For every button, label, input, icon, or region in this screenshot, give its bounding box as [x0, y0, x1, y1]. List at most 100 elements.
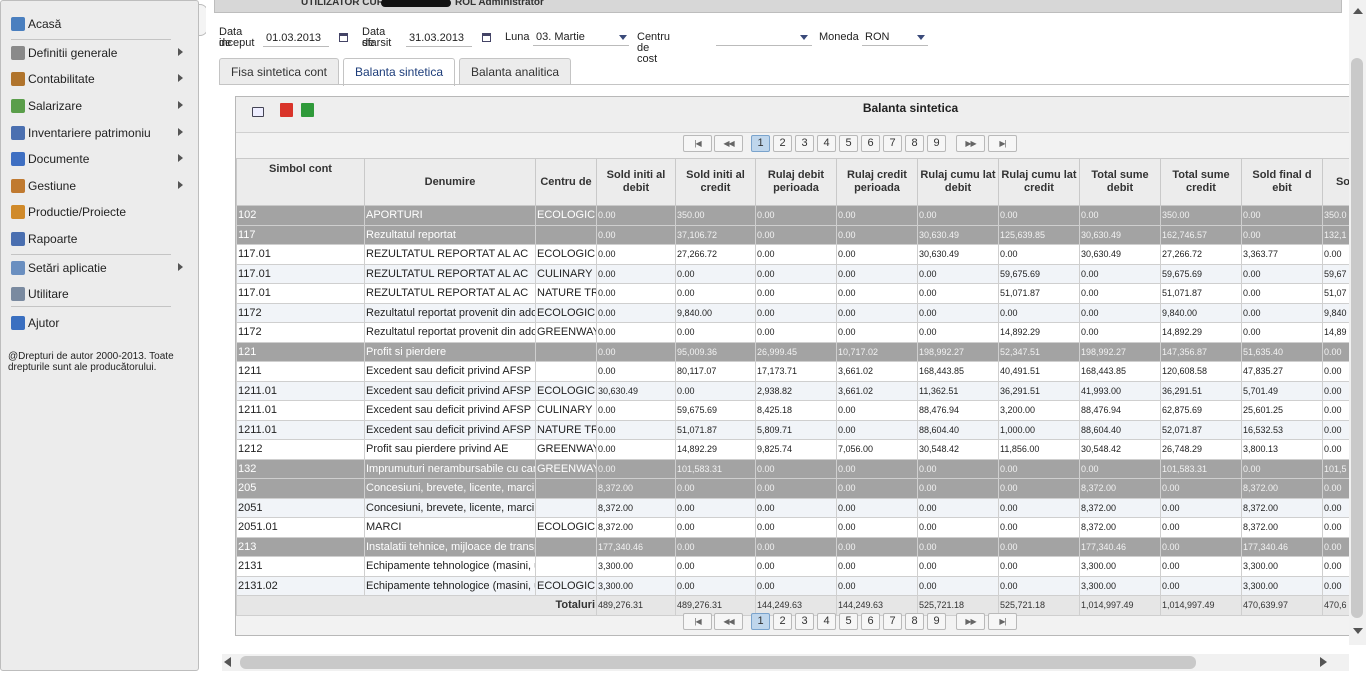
table-row[interactable]: 1211.01 Excedent sau deficit privind AFSP… — [236, 419, 1366, 440]
table-row[interactable]: 1211.01 Excedent sau deficit privind AFSP… — [236, 380, 1366, 401]
column-header[interactable]: Sold final d ebit — [1241, 158, 1323, 206]
page-4-button[interactable]: 4 — [817, 613, 836, 630]
sidebar-item-gestiune[interactable]: Gestiune — [11, 175, 183, 197]
page-5-button[interactable]: 5 — [839, 613, 858, 630]
page-3-button[interactable]: 3 — [795, 135, 814, 152]
group-row[interactable]: 132 Imprumuturi nerambursabile cu car GREE… — [236, 458, 1366, 479]
page-3-button[interactable]: 3 — [795, 613, 814, 630]
table-row[interactable]: 2051.01 MARCI ECOLOGIC 8,372.00 0.00 0.00 0.00… — [236, 517, 1366, 538]
scroll-up-icon[interactable] — [1353, 8, 1363, 14]
column-header[interactable]: Rulaj cumu lat debit — [917, 158, 999, 206]
table-cell: 1211.01 — [236, 419, 365, 440]
page-4-button[interactable]: 4 — [817, 135, 836, 152]
vertical-scrollbar[interactable] — [1349, 0, 1366, 645]
page-8-button[interactable]: 8 — [905, 135, 924, 152]
table-row[interactable]: 1211.01 Excedent sau deficit privind AFSP… — [236, 400, 1366, 421]
sidebar-item-ajutor[interactable]: Ajutor — [11, 312, 183, 334]
table-row[interactable]: 2051 Concesiuni, brevete, licente, marci 8… — [236, 497, 1366, 518]
print-icon[interactable] — [252, 107, 264, 117]
sidebar-item-acasă[interactable]: Acasă — [11, 13, 183, 35]
column-header[interactable]: Centru de — [535, 158, 597, 206]
group-row[interactable]: 205 Concesiuni, brevete, licente, marci 8,… — [236, 478, 1366, 499]
horizontal-scroll-thumb[interactable] — [240, 656, 1196, 669]
tab-fisa-sintetica-cont[interactable]: Fisa sintetica cont — [219, 58, 339, 84]
column-header[interactable]: Rulaj cumu lat credit — [998, 158, 1080, 206]
table-row[interactable]: 2131.02 Echipamente tehnologice (masini, … — [236, 575, 1366, 596]
start-date-input[interactable] — [263, 29, 329, 47]
table-cell: 0.00 — [596, 419, 676, 440]
last-page-button[interactable]: ▶| — [988, 135, 1017, 152]
table-row[interactable]: 1172 Rezultatul reportat provenit din ado… — [236, 322, 1366, 343]
group-row[interactable]: 121 Profit si pierdere 0.00 95,009.36 26,999… — [236, 341, 1366, 362]
next-page-button[interactable]: ▶▶ — [956, 613, 985, 630]
sidebar-item-definitii-generale[interactable]: Definitii generale — [11, 42, 183, 64]
column-header[interactable]: Rulaj credit perioada — [836, 158, 918, 206]
table-row[interactable]: 117.01 REZULTATUL REPORTAT AL AC CULINARY 0… — [236, 263, 1366, 284]
column-header[interactable]: Sold initi al credit — [675, 158, 756, 206]
page-7-button[interactable]: 7 — [883, 135, 902, 152]
sidebar-item-salarizare[interactable]: Salarizare — [11, 95, 183, 117]
table-row[interactable]: 117.01 REZULTATUL REPORTAT AL AC NATURE TR… — [236, 283, 1366, 304]
group-row[interactable]: 102 APORTURI ECOLOGIC 0.00 350.00 0.00 0.00 0.0… — [236, 205, 1366, 226]
page-9-button[interactable]: 9 — [927, 135, 946, 152]
column-header[interactable]: Rulaj debit perioada — [755, 158, 837, 206]
calendar-icon[interactable] — [482, 33, 491, 42]
page-6-button[interactable]: 6 — [861, 613, 880, 630]
page-1-button[interactable]: 1 — [751, 135, 770, 152]
group-row[interactable]: 117 Rezultatul reportat 0.00 37,106.72 0.00 0… — [236, 224, 1366, 245]
table-cell: ECOLOGIC — [535, 244, 597, 265]
page-5-button[interactable]: 5 — [839, 135, 858, 152]
page-7-button[interactable]: 7 — [883, 613, 902, 630]
group-row[interactable]: 213 Instalatii tehnice, mijloace de trans… — [236, 536, 1366, 557]
excel-export-icon[interactable] — [301, 103, 314, 117]
prev-page-button[interactable]: ◀◀ — [714, 613, 743, 630]
sidebar-item-documente[interactable]: Documente — [11, 148, 183, 170]
calendar-icon[interactable] — [339, 33, 348, 42]
sidebar-item-inventariere-patrimoniu[interactable]: Inventariere patrimoniu — [11, 122, 183, 144]
tab-balanta-analitica[interactable]: Balanta analitica — [459, 58, 571, 84]
prev-page-button[interactable]: ◀◀ — [714, 135, 743, 152]
chevron-down-icon[interactable] — [800, 35, 808, 40]
first-page-button[interactable]: |◀ — [683, 613, 712, 630]
page-9-button[interactable]: 9 — [927, 613, 946, 630]
end-date-input[interactable] — [406, 29, 472, 47]
pdf-export-icon[interactable] — [280, 103, 293, 117]
chevron-down-icon[interactable] — [619, 35, 627, 40]
cost-center-select[interactable] — [716, 28, 812, 46]
column-header[interactable]: Total sume debit — [1079, 158, 1161, 206]
sidebar-item-contabilitate[interactable]: Contabilitate — [11, 68, 183, 90]
table-cell: 95,009.36 — [675, 341, 756, 362]
sidebar-item-rapoarte[interactable]: Rapoarte — [11, 228, 183, 250]
vertical-scroll-thumb[interactable] — [1351, 58, 1363, 618]
table-row[interactable]: 1211 Excedent sau deficit privind AFSP 0.0… — [236, 361, 1366, 382]
table-row[interactable]: 117.01 REZULTATUL REPORTAT AL AC ECOLOGIC 0… — [236, 244, 1366, 265]
sidebar-item-utilitare[interactable]: Utilitare — [11, 283, 183, 305]
table-row[interactable]: 2131 Echipamente tehnologice (masini, u 3,… — [236, 556, 1366, 577]
scroll-left-icon[interactable] — [224, 657, 231, 667]
page-1-button[interactable]: 1 — [751, 613, 770, 630]
table-cell: 3,661.02 — [836, 380, 918, 401]
column-header[interactable]: Simbol cont — [236, 158, 365, 206]
table-cell: 0.00 — [596, 205, 676, 226]
table-row[interactable]: 1212 Profit sau pierdere privind AE GREENW… — [236, 439, 1366, 460]
page-6-button[interactable]: 6 — [861, 135, 880, 152]
first-page-button[interactable]: |◀ — [683, 135, 712, 152]
scroll-right-icon[interactable] — [1320, 657, 1327, 667]
last-page-button[interactable]: ▶| — [988, 613, 1017, 630]
page-2-button[interactable]: 2 — [773, 613, 792, 630]
column-header[interactable]: Denumire — [364, 158, 536, 206]
chevron-down-icon[interactable] — [917, 35, 925, 40]
horizontal-scrollbar[interactable] — [222, 654, 1349, 671]
month-select[interactable] — [533, 28, 629, 46]
table-cell: 3,300.00 — [1241, 575, 1323, 596]
tab-balanta-sintetica[interactable]: Balanta sintetica — [343, 58, 455, 86]
table-row[interactable]: 1172 Rezultatul reportat provenit din ado… — [236, 302, 1366, 323]
column-header[interactable]: Total sume credit — [1160, 158, 1242, 206]
column-header[interactable]: Sold initi al debit — [596, 158, 676, 206]
sidebar-item-productie-proiecte[interactable]: Productie/Proiecte — [11, 201, 183, 223]
next-page-button[interactable]: ▶▶ — [956, 135, 985, 152]
sidebar-item-setări-aplicatie[interactable]: Setări aplicatie — [11, 257, 183, 279]
page-8-button[interactable]: 8 — [905, 613, 924, 630]
scroll-down-icon[interactable] — [1353, 628, 1363, 634]
page-2-button[interactable]: 2 — [773, 135, 792, 152]
